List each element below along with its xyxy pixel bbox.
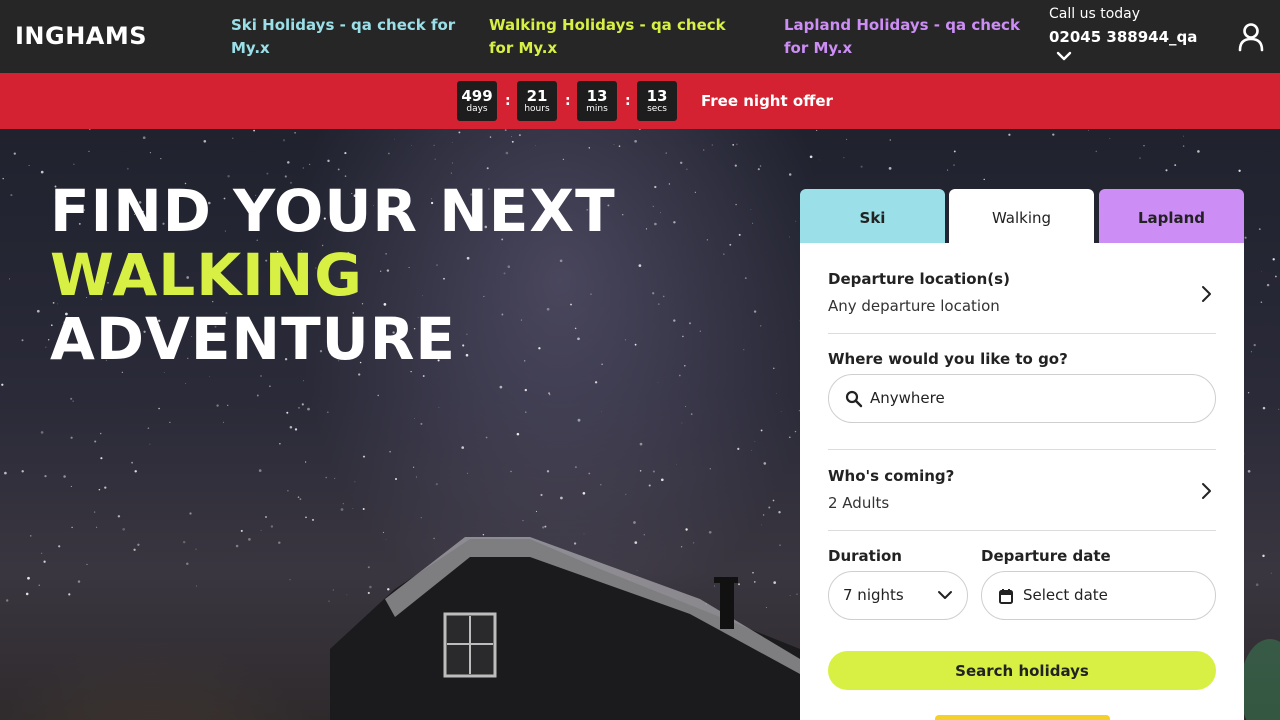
site-header: INGHAMS Ski Holidays - qa check for My.x… — [0, 0, 1280, 73]
countdown-secs: 13 secs — [637, 81, 677, 121]
promo-bar: 499 days : 21 hours : 13 mins : 13 secs … — [0, 73, 1280, 129]
countdown-unit: days — [466, 104, 488, 114]
countdown-separator: : — [505, 93, 511, 109]
phone-number[interactable]: 02045 388944_qa — [1049, 24, 1197, 50]
departure-value: Any departure location — [828, 297, 1000, 315]
search-panel: Departure location(s) Any departure loca… — [800, 243, 1244, 720]
countdown-value: 21 — [526, 87, 548, 105]
nav-walking-holidays[interactable]: Walking Holidays - qa check for My.x — [489, 14, 749, 60]
headline-line-3: ADVENTURE — [50, 305, 457, 373]
countdown-value: 13 — [586, 87, 608, 105]
tab-walking[interactable]: Walking — [949, 189, 1094, 243]
tab-ski[interactable]: Ski — [800, 189, 945, 243]
chevron-down-icon — [938, 591, 952, 599]
aurora-glow — [1240, 639, 1280, 720]
free-night-offer-link[interactable]: Free night offer — [701, 92, 833, 110]
countdown-value: 499 — [461, 87, 493, 105]
chevron-right-icon — [1202, 286, 1211, 302]
departure-location-selector[interactable]: Departure location(s) Any departure loca… — [828, 269, 1216, 319]
headline-line-1: FIND YOUR NEXT — [50, 177, 616, 245]
tab-lapland[interactable]: Lapland — [1099, 189, 1244, 243]
countdown-unit: hours — [524, 104, 550, 114]
search-icon — [845, 390, 863, 408]
user-icon[interactable] — [1236, 22, 1266, 52]
duration-title: Duration — [828, 547, 902, 565]
chevron-right-icon — [1202, 483, 1211, 499]
countdown-unit: secs — [647, 104, 667, 114]
duration-select[interactable]: 7 nights — [828, 571, 968, 620]
cabin-silhouette — [330, 537, 800, 720]
divider — [828, 449, 1216, 450]
countdown-days: 499 days — [457, 81, 497, 121]
chevron-down-icon[interactable] — [1056, 50, 1072, 62]
destination-title: Where would you like to go? — [828, 350, 1068, 368]
duration-value: 7 nights — [843, 586, 904, 604]
divider — [828, 530, 1216, 531]
countdown-separator: : — [625, 93, 631, 109]
countdown-separator: : — [565, 93, 571, 109]
headline-line-2: WALKING — [50, 241, 363, 309]
guests-selector[interactable]: Who's coming? 2 Adults — [828, 466, 1216, 516]
call-us-label: Call us today — [1049, 6, 1141, 22]
divider — [828, 333, 1216, 334]
call-us-block[interactable]: Call us today 02045 388944_qa — [1049, 4, 1197, 50]
guests-value: 2 Adults — [828, 494, 890, 512]
nav-lapland-holidays[interactable]: Lapland Holidays - qa check for My.x — [784, 14, 1034, 60]
calendar-icon — [999, 589, 1013, 604]
feedback-tab[interactable] — [935, 715, 1110, 720]
countdown-mins: 13 mins — [577, 81, 617, 121]
search-holidays-button[interactable]: Search holidays — [828, 651, 1216, 690]
departure-date-value: Select date — [1023, 586, 1108, 604]
nav-ski-holidays[interactable]: Ski Holidays - qa check for My.x — [231, 14, 461, 60]
departure-date-title: Departure date — [981, 547, 1111, 565]
guests-title: Who's coming? — [828, 467, 955, 485]
countdown-hours: 21 hours — [517, 81, 557, 121]
departure-date-picker[interactable]: Select date — [981, 571, 1216, 620]
destination-search-input[interactable]: Anywhere — [828, 374, 1216, 423]
inghams-logo[interactable]: INGHAMS — [15, 22, 147, 50]
departure-title: Departure location(s) — [828, 270, 1010, 288]
countdown-unit: mins — [586, 104, 608, 114]
destination-value: Anywhere — [870, 389, 945, 407]
hero-headline: FIND YOUR NEXT WALKING ADVENTURE — [50, 179, 616, 371]
countdown-value: 13 — [646, 87, 668, 105]
